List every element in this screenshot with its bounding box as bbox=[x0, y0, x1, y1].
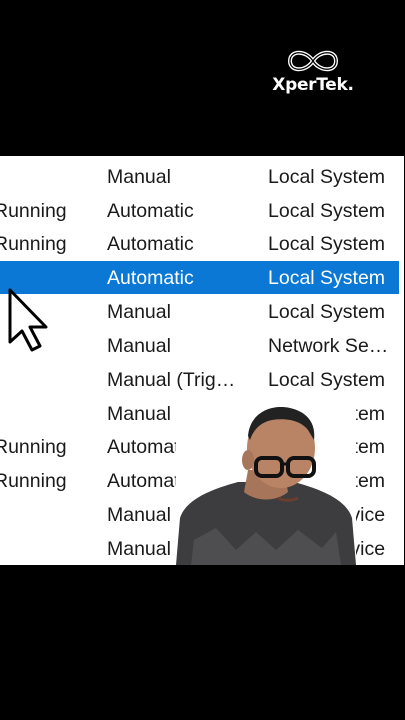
log-on-as-cell: Local System bbox=[268, 301, 386, 323]
startup-type-cell: Manual bbox=[107, 166, 171, 188]
log-on-as-cell: Local System bbox=[268, 233, 386, 255]
log-on-as-cell: Local System bbox=[268, 200, 386, 222]
status-cell: Running bbox=[0, 436, 67, 458]
service-row[interactable]: Manual Network Se… bbox=[0, 329, 404, 362]
startup-type-cell: Manual bbox=[107, 504, 171, 526]
service-row-selected[interactable]: Automatic Local System bbox=[0, 261, 399, 294]
status-cell: Running bbox=[0, 200, 67, 222]
startup-type-cell: Automatic bbox=[107, 200, 194, 222]
video-frame: XperTek. Manual Local System Running Automa… bbox=[0, 0, 405, 720]
log-on-as-cell: Local System bbox=[268, 267, 386, 289]
log-on-as-cell: Local System bbox=[268, 166, 386, 188]
status-cell: Running bbox=[0, 233, 67, 255]
startup-type-cell: Manual bbox=[107, 301, 171, 323]
service-row[interactable]: Manual Local System bbox=[0, 160, 404, 193]
startup-type-cell: Automatic bbox=[107, 267, 194, 289]
log-on-as-cell: Network Se… bbox=[268, 335, 389, 357]
startup-type-cell: Manual bbox=[107, 335, 171, 357]
startup-type-cell: Manual bbox=[107, 403, 171, 425]
infinity-icon bbox=[287, 50, 339, 72]
startup-type-cell: Manual (Trig… bbox=[107, 369, 236, 391]
presenter-webcam bbox=[176, 400, 356, 565]
service-row[interactable]: Manual Local System bbox=[0, 295, 404, 328]
startup-type-cell: Manual bbox=[107, 538, 171, 560]
service-row[interactable]: Running Automatic Local System bbox=[0, 227, 404, 260]
startup-type-cell: Automatic bbox=[107, 233, 194, 255]
brand-logo: XperTek. bbox=[262, 42, 364, 106]
status-cell: Running bbox=[0, 470, 67, 492]
log-on-as-cell: Local System bbox=[268, 369, 386, 391]
service-row[interactable]: Running Automatic Local System bbox=[0, 194, 404, 227]
bottom-black-bar bbox=[0, 565, 405, 720]
arrow-pointer-icon bbox=[8, 288, 48, 352]
brand-name: XperTek. bbox=[272, 75, 354, 95]
service-row[interactable]: Manual (Trig… Local System bbox=[0, 363, 404, 396]
